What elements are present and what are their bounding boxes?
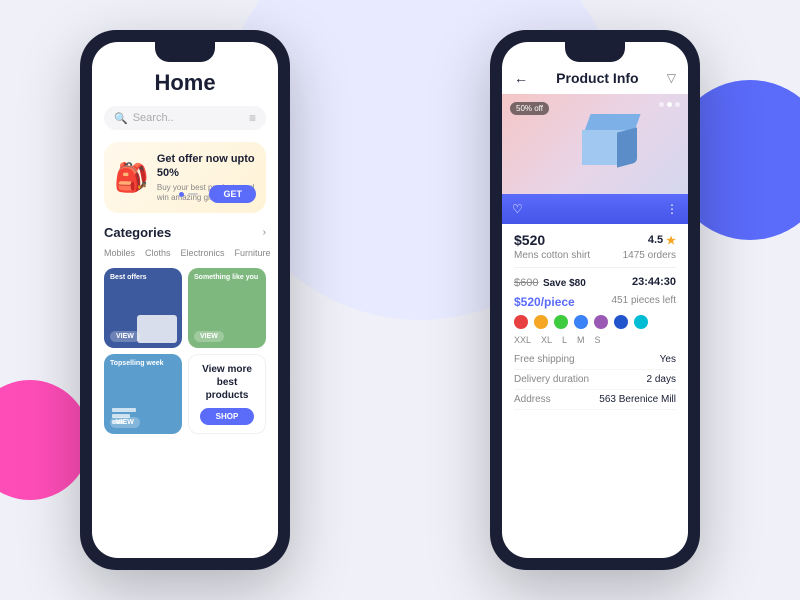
shipping-info: Free shipping Yes Delivery duration 2 da… bbox=[514, 350, 676, 410]
cat-tab-electronics[interactable]: Electronics bbox=[181, 248, 225, 258]
phone-notch-1 bbox=[155, 42, 215, 62]
size-l[interactable]: L bbox=[562, 335, 567, 345]
banner-headline: Get offer now upto 50% bbox=[157, 152, 256, 181]
color-options bbox=[514, 315, 676, 329]
back-button[interactable]: ← bbox=[514, 70, 528, 86]
bg-blob-pink bbox=[0, 380, 90, 500]
product-rating: 4.5 ★ bbox=[648, 234, 676, 247]
phone-product: ← Product Info ▽ 50% off bbox=[490, 30, 700, 570]
product-info-header: ← Product Info ▽ bbox=[502, 70, 688, 86]
view-btn-1[interactable]: VIEW bbox=[110, 331, 140, 342]
product-3d-box bbox=[577, 114, 637, 164]
img-dot-3 bbox=[675, 102, 680, 107]
view-btn-2[interactable]: VIEW bbox=[194, 331, 224, 342]
favorite-icon[interactable]: ♡ bbox=[512, 202, 523, 216]
price-rating-row: $520 4.5 ★ bbox=[514, 232, 676, 248]
delivery-key: Delivery duration bbox=[514, 374, 589, 385]
pieces-left: 451 pieces left bbox=[612, 295, 677, 309]
cat-tab-furniture[interactable]: Furniture bbox=[235, 248, 271, 258]
color-purple[interactable] bbox=[594, 315, 608, 329]
product-card-best-offers[interactable]: Best offers VIEW bbox=[104, 268, 182, 348]
size-xxl[interactable]: XXL bbox=[514, 335, 531, 345]
product-info-title: Product Info bbox=[556, 70, 638, 86]
product-details: $520 4.5 ★ Mens cotton shirt 1475 orders… bbox=[502, 224, 688, 418]
search-bar[interactable]: 🔍 Search.. ≡ bbox=[104, 106, 266, 130]
cat-tab-cloths[interactable]: Cloths bbox=[145, 248, 171, 258]
image-carousel-dots bbox=[659, 102, 680, 107]
address-key: Address bbox=[514, 394, 551, 405]
star-icon: ★ bbox=[666, 234, 676, 247]
shipping-val: Yes bbox=[660, 354, 676, 365]
address-row: Address 563 Berenice Mill bbox=[514, 390, 676, 410]
delivery-val: 2 days bbox=[647, 374, 676, 385]
filter-icon[interactable]: ≡ bbox=[249, 111, 256, 125]
countdown-timer: 23:44:30 bbox=[632, 276, 676, 288]
search-placeholder: Search.. bbox=[133, 112, 249, 124]
phone-product-screen: ← Product Info ▽ 50% off bbox=[502, 42, 688, 558]
card-label-1: Best offers bbox=[110, 274, 147, 281]
phone-home-screen: Home 🔍 Search.. ≡ 🎒 Get offer now upto 5… bbox=[92, 42, 278, 558]
home-title: Home bbox=[104, 70, 266, 96]
piece-price: $520/piece bbox=[514, 295, 575, 309]
phone-home: Home 🔍 Search.. ≡ 🎒 Get offer now upto 5… bbox=[80, 30, 290, 570]
discount-badge: 50% off bbox=[510, 102, 549, 115]
delivery-row: Delivery duration 2 days bbox=[514, 370, 676, 390]
view-more-text: View more best products bbox=[197, 363, 257, 402]
phone-notch-2 bbox=[565, 42, 625, 62]
color-cyan[interactable] bbox=[634, 315, 648, 329]
product-filter-icon[interactable]: ▽ bbox=[667, 71, 676, 85]
divider-1 bbox=[514, 267, 676, 268]
banner-actions: GET bbox=[179, 185, 256, 203]
get-offer-button[interactable]: GET bbox=[209, 185, 256, 203]
product-name: Mens cotton shirt bbox=[514, 250, 590, 261]
category-tabs: Mobiles Cloths Electronics Furniture bbox=[104, 248, 266, 258]
shop-button[interactable]: SHOP bbox=[200, 408, 255, 425]
color-dark-blue[interactable] bbox=[614, 315, 628, 329]
size-options: XXL XL L M S bbox=[514, 335, 676, 345]
discount-row: $600 Save $80 23:44:30 bbox=[514, 273, 676, 291]
product-card-something[interactable]: Something like you VIEW bbox=[188, 268, 266, 348]
more-options-icon[interactable]: ⋮ bbox=[666, 202, 678, 216]
product-grid: Best offers VIEW Something like you VIEW… bbox=[104, 268, 266, 434]
categories-chevron[interactable]: › bbox=[263, 227, 266, 238]
piece-info-row: $520/piece 451 pieces left bbox=[514, 295, 676, 309]
color-green[interactable] bbox=[554, 315, 568, 329]
product-card-topselling[interactable]: Topselling week VIEW bbox=[104, 354, 182, 434]
size-s[interactable]: S bbox=[595, 335, 601, 345]
card-label-3: Topselling week bbox=[110, 360, 164, 367]
size-xl[interactable]: XL bbox=[541, 335, 552, 345]
product-name-row: Mens cotton shirt 1475 orders bbox=[514, 250, 676, 261]
carousel-dot-inactive bbox=[188, 193, 198, 195]
address-val: 563 Berenice Mill bbox=[599, 394, 676, 405]
color-orange[interactable] bbox=[534, 315, 548, 329]
promo-banner: 🎒 Get offer now upto 50% Buy your best p… bbox=[104, 142, 266, 213]
product-image: 50% off ♡ ⋮ bbox=[502, 94, 688, 224]
color-red[interactable] bbox=[514, 315, 528, 329]
box-side bbox=[617, 127, 637, 167]
home-screen: Home 🔍 Search.. ≡ 🎒 Get offer now upto 5… bbox=[92, 42, 278, 558]
view-more-card[interactable]: View more best products SHOP bbox=[188, 354, 266, 434]
categories-header: Categories › bbox=[104, 225, 266, 240]
carousel-dot-active bbox=[179, 192, 184, 197]
search-icon: 🔍 bbox=[114, 112, 128, 125]
original-price: $600 Save $80 bbox=[514, 273, 586, 291]
shipping-key: Free shipping bbox=[514, 354, 575, 365]
view-btn-3[interactable]: VIEW bbox=[110, 417, 140, 428]
cat-tab-mobiles[interactable]: Mobiles bbox=[104, 248, 135, 258]
img-dot-1 bbox=[659, 102, 664, 107]
free-shipping-row: Free shipping Yes bbox=[514, 350, 676, 370]
img-dot-2 bbox=[667, 102, 672, 107]
banner-illustration: 🎒 bbox=[114, 161, 149, 194]
product-image-bar: ♡ ⋮ bbox=[502, 194, 688, 224]
orders-count: 1475 orders bbox=[623, 250, 676, 261]
color-blue[interactable] bbox=[574, 315, 588, 329]
product-info-screen: ← Product Info ▽ 50% off bbox=[502, 42, 688, 558]
tv-illustration bbox=[137, 315, 177, 343]
size-m[interactable]: M bbox=[577, 335, 585, 345]
card-label-2: Something like you bbox=[194, 274, 258, 281]
categories-title: Categories bbox=[104, 225, 171, 240]
product-price: $520 bbox=[514, 232, 545, 248]
